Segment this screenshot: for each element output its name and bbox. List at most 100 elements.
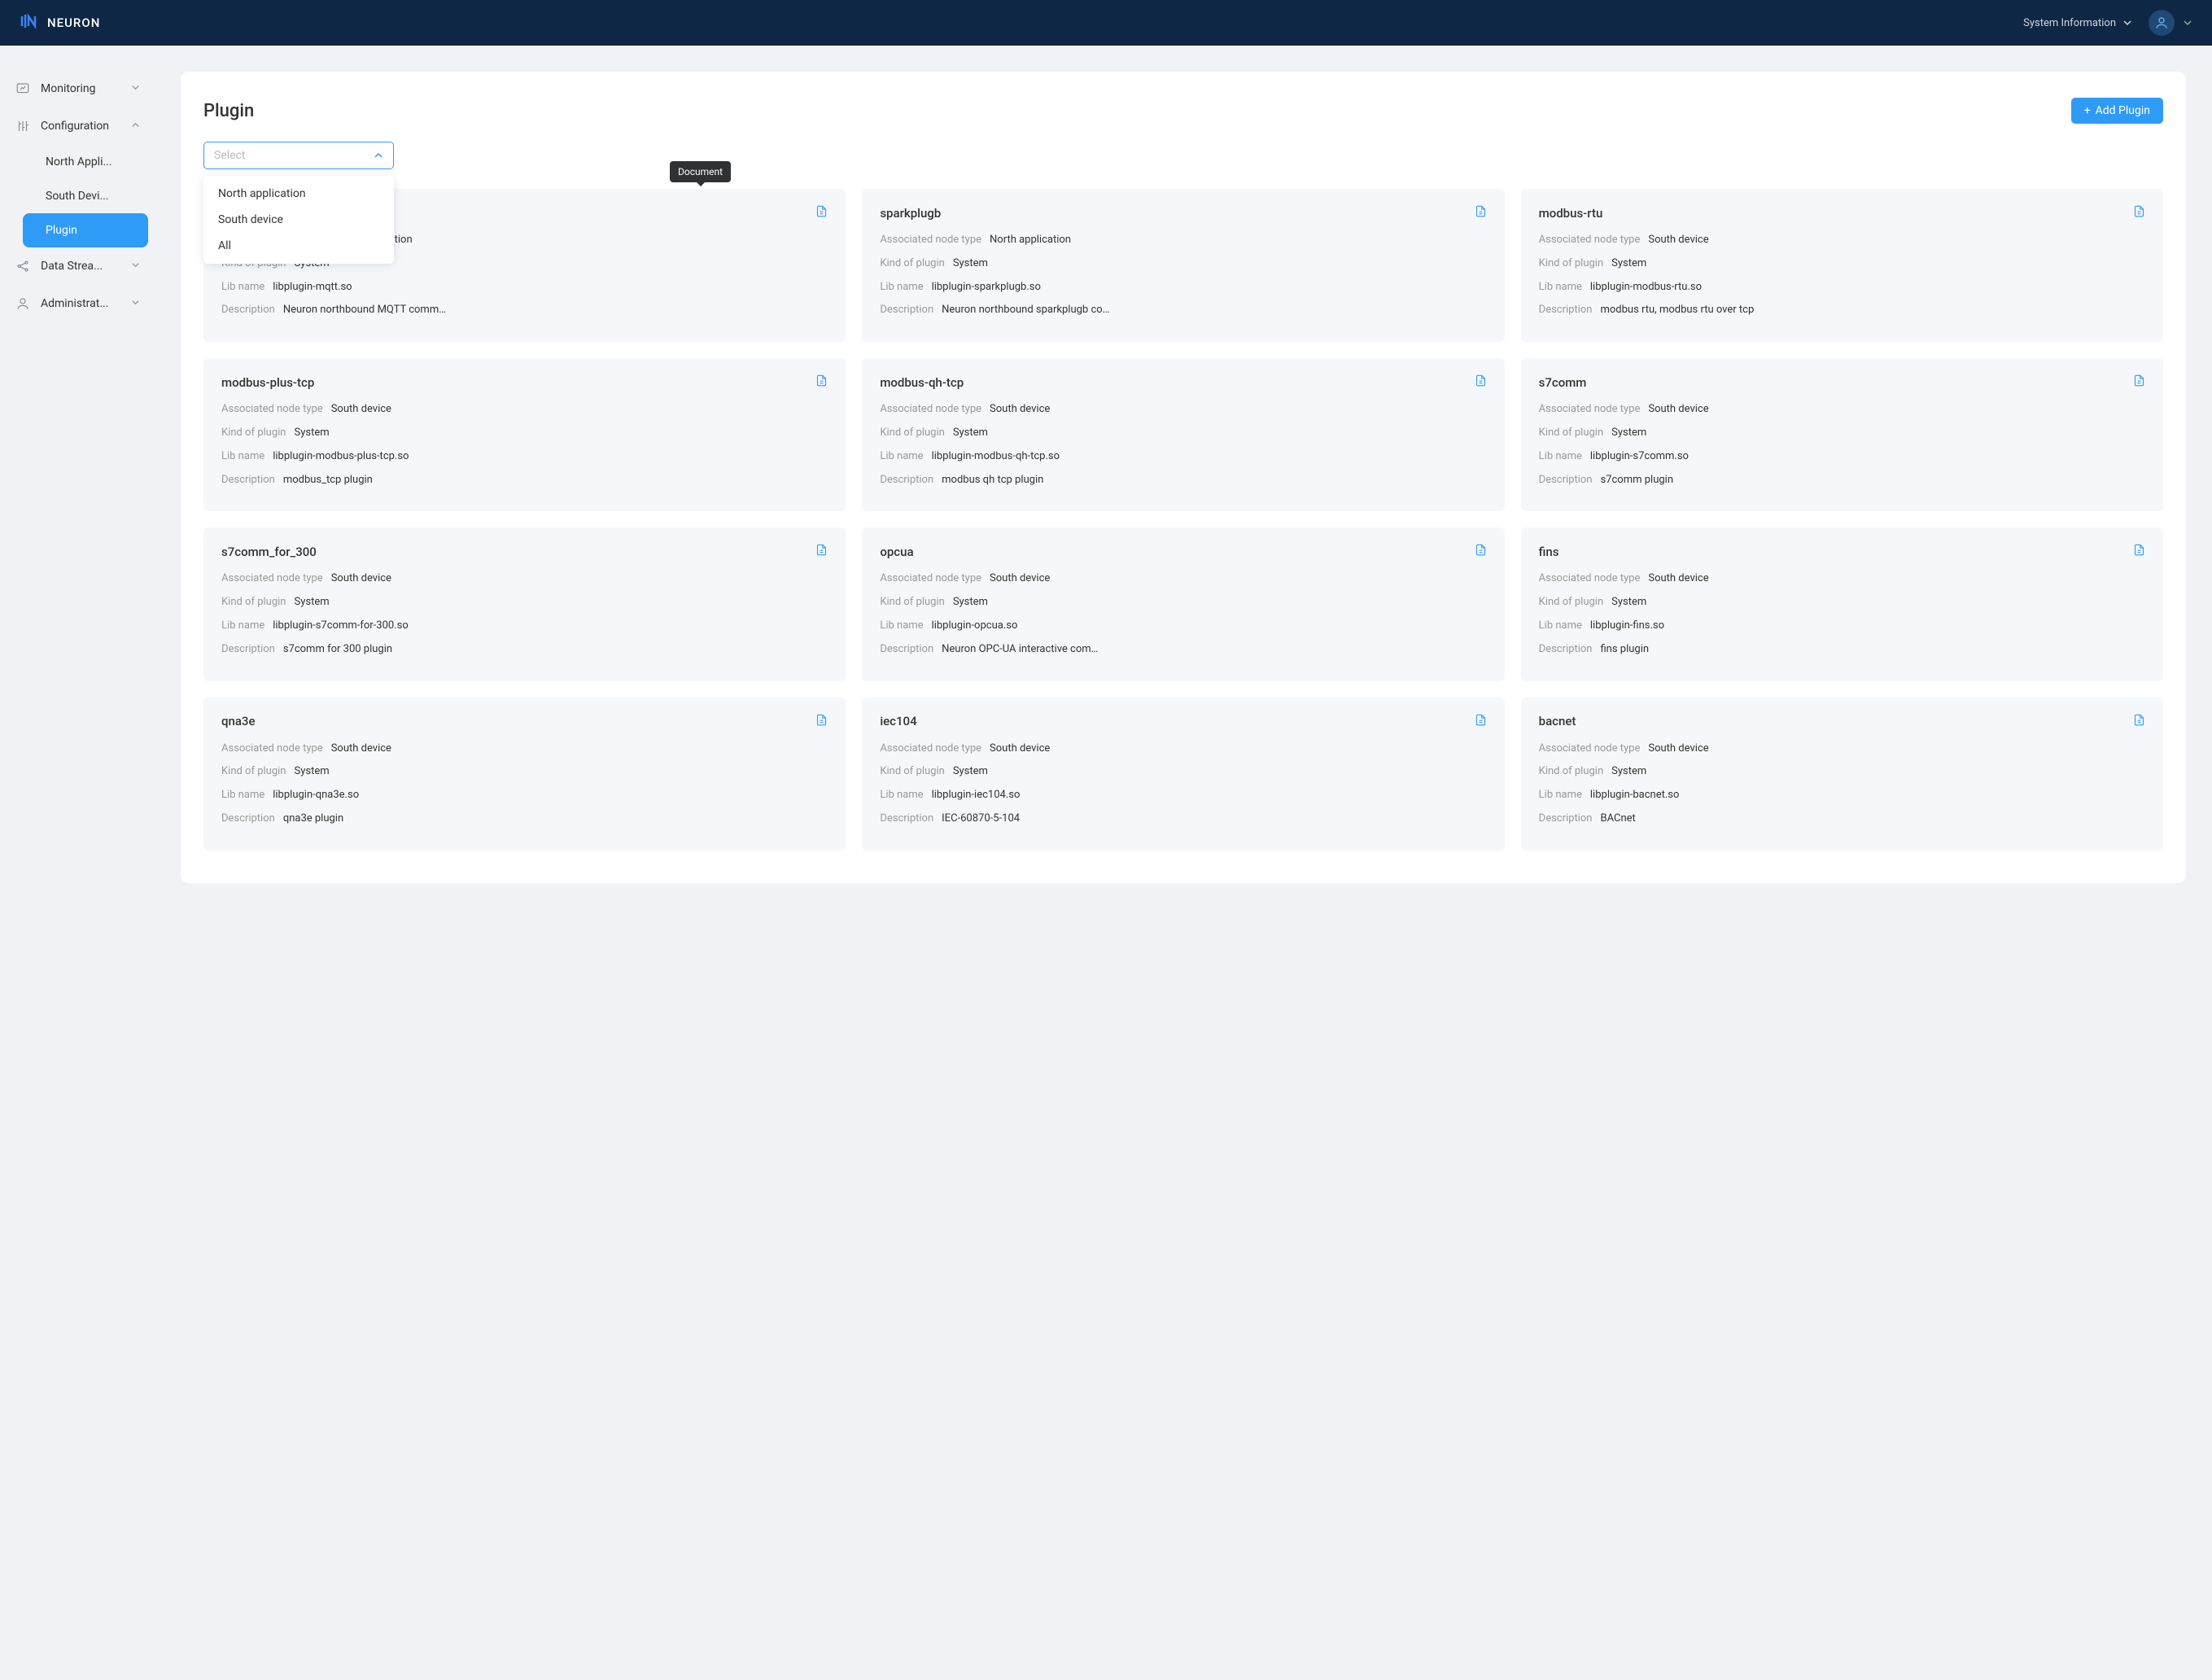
card-header: modbus-plus-tcp [221, 374, 828, 390]
plugin-cards-grid: mqtt Associated node typeNorth applicati… [203, 189, 2163, 851]
lib-value: libplugin-iec104.so [932, 787, 1021, 804]
field-label: Lib name [880, 618, 923, 635]
brand-text: NEURON [47, 15, 100, 30]
add-plugin-button[interactable]: + Add Plugin [2071, 98, 2163, 124]
field-label: Description [221, 641, 275, 658]
field-label: Kind of plugin [1539, 256, 1603, 273]
plugin-card: opcua Associated node typeSouth device K… [862, 527, 1504, 680]
document-icon[interactable] [2133, 544, 2145, 559]
kind-row: Kind of pluginSystem [880, 594, 1486, 611]
desc-row: Descriptionqna3e plugin [221, 811, 828, 828]
document-icon[interactable] [2133, 205, 2145, 221]
kind-row: Kind of pluginSystem [1539, 763, 2145, 781]
field-label: Lib name [880, 448, 923, 466]
desc-row: DescriptionNeuron OPC-UA interactive com… [880, 641, 1486, 658]
kind-row: Kind of pluginSystem [221, 425, 828, 442]
document-icon[interactable] [2133, 374, 2145, 390]
lib-value: libplugin-opcua.so [932, 618, 1018, 635]
nav-configuration[interactable]: Configuration [0, 107, 155, 145]
desc-value: s7comm plugin [1600, 472, 1673, 489]
lib-row: Lib name libplugin-opcua.so [880, 618, 1486, 635]
desc-value: Neuron northbound sparkplugb co… [942, 302, 1109, 319]
desc-value: modbus_tcp plugin [283, 472, 373, 489]
nav-label: Administrat... [41, 297, 121, 310]
nav-monitoring[interactable]: Monitoring [0, 70, 155, 107]
node-type-row: Associated node typeSouth device [221, 401, 828, 418]
field-label: Description [880, 302, 933, 319]
brand-section: NEURON [20, 11, 100, 34]
plugin-card: modbus-plus-tcp Associated node typeSout… [203, 358, 846, 511]
nav-data-stream[interactable]: Data Strea... [0, 247, 155, 285]
field-label: Associated node type [880, 571, 981, 588]
document-icon[interactable] [1475, 374, 1487, 390]
filter-dropdown: North application South device All [203, 176, 394, 264]
lib-value: libplugin-mqtt.so [273, 279, 352, 296]
field-label: Lib name [880, 279, 923, 296]
chevron-down-icon [131, 260, 140, 273]
nav-administration[interactable]: Administrat... [0, 285, 155, 322]
field-label: Kind of plugin [1539, 763, 1603, 781]
desc-row: Descriptionmodbus qh tcp plugin [880, 472, 1486, 489]
document-icon[interactable] [815, 714, 828, 729]
plugin-name: opcua [880, 545, 913, 559]
kind-value: System [294, 763, 329, 781]
user-menu[interactable] [2149, 10, 2192, 36]
dropdown-option-south[interactable]: South device [203, 207, 394, 233]
desc-row: DescriptionBACnet [1539, 811, 2145, 828]
document-icon[interactable] [815, 205, 828, 221]
system-info-dropdown[interactable]: System Information [2023, 17, 2132, 29]
card-header: bacnet [1539, 714, 2145, 729]
field-label: Lib name [221, 618, 264, 635]
node-type-row: Associated node typeNorth application [880, 232, 1486, 249]
plugin-card: sparkplugb Associated node typeNorth app… [862, 189, 1504, 342]
field-label: Associated node type [221, 741, 323, 758]
card-header: s7comm [1539, 374, 2145, 390]
field-label: Associated node type [221, 571, 323, 588]
app-header: NEURON System Information [0, 0, 2212, 46]
document-icon[interactable] [1475, 205, 1487, 221]
plugin-card: bacnet Associated node typeSouth device … [1521, 698, 2163, 851]
plugin-name: modbus-qh-tcp [880, 375, 964, 390]
dropdown-option-north[interactable]: North application [203, 181, 394, 207]
field-label: Lib name [221, 787, 264, 804]
lib-value: libplugin-modbus-qh-tcp.so [932, 448, 1060, 466]
plugin-name: modbus-rtu [1539, 206, 1603, 221]
document-icon[interactable] [1475, 544, 1487, 559]
kind-value: System [953, 425, 988, 442]
nav-south-device[interactable]: South Devi... [0, 179, 155, 213]
desc-value: IEC-60870-5-104 [942, 811, 1020, 828]
field-label: Associated node type [1539, 232, 1641, 249]
node-type-row: Associated node typeSouth device [880, 401, 1486, 418]
lib-row: Lib namelibplugin-bacnet.so [1539, 787, 2145, 804]
dropdown-option-all[interactable]: All [203, 233, 394, 259]
node-type-row: Associated node typeSouth device [880, 571, 1486, 588]
node-type-row: Associated node typeSouth device [221, 741, 828, 758]
desc-value: qna3e plugin [283, 811, 343, 828]
lib-value: libplugin-modbus-rtu.so [1590, 279, 1702, 296]
header-right: System Information [2023, 10, 2192, 36]
chevron-down-icon [2183, 18, 2192, 28]
plugin-name: bacnet [1539, 714, 1576, 728]
kind-row: Kind of pluginSystem [221, 763, 828, 781]
nav-plugin[interactable]: Plugin [23, 213, 148, 247]
nav-label: Monitoring [41, 82, 121, 95]
document-icon[interactable] [815, 374, 828, 390]
kind-row: Kind of pluginSystem [880, 425, 1486, 442]
nav-north-app[interactable]: North Appli... [0, 145, 155, 179]
field-label: Associated node type [221, 401, 323, 418]
chevron-down-icon [131, 82, 140, 95]
filter-select[interactable]: Select [203, 142, 394, 169]
node-type-row: Associated node typeSouth device [1539, 571, 2145, 588]
plugin-card: fins Associated node typeSouth device Ki… [1521, 527, 2163, 680]
desc-row: Descriptions7comm plugin [1539, 472, 2145, 489]
lib-value: libplugin-bacnet.so [1590, 787, 1680, 804]
document-icon[interactable] [1475, 714, 1487, 729]
desc-value: modbus rtu, modbus rtu over tcp [1600, 302, 1754, 319]
kind-value: System [294, 425, 329, 442]
plugin-name: s7comm [1539, 375, 1587, 390]
field-label: Lib name [1539, 448, 1582, 466]
desc-value: s7comm for 300 plugin [283, 641, 392, 658]
document-icon[interactable] [2133, 714, 2145, 729]
document-icon[interactable] [815, 544, 828, 559]
data-stream-icon [15, 258, 31, 274]
